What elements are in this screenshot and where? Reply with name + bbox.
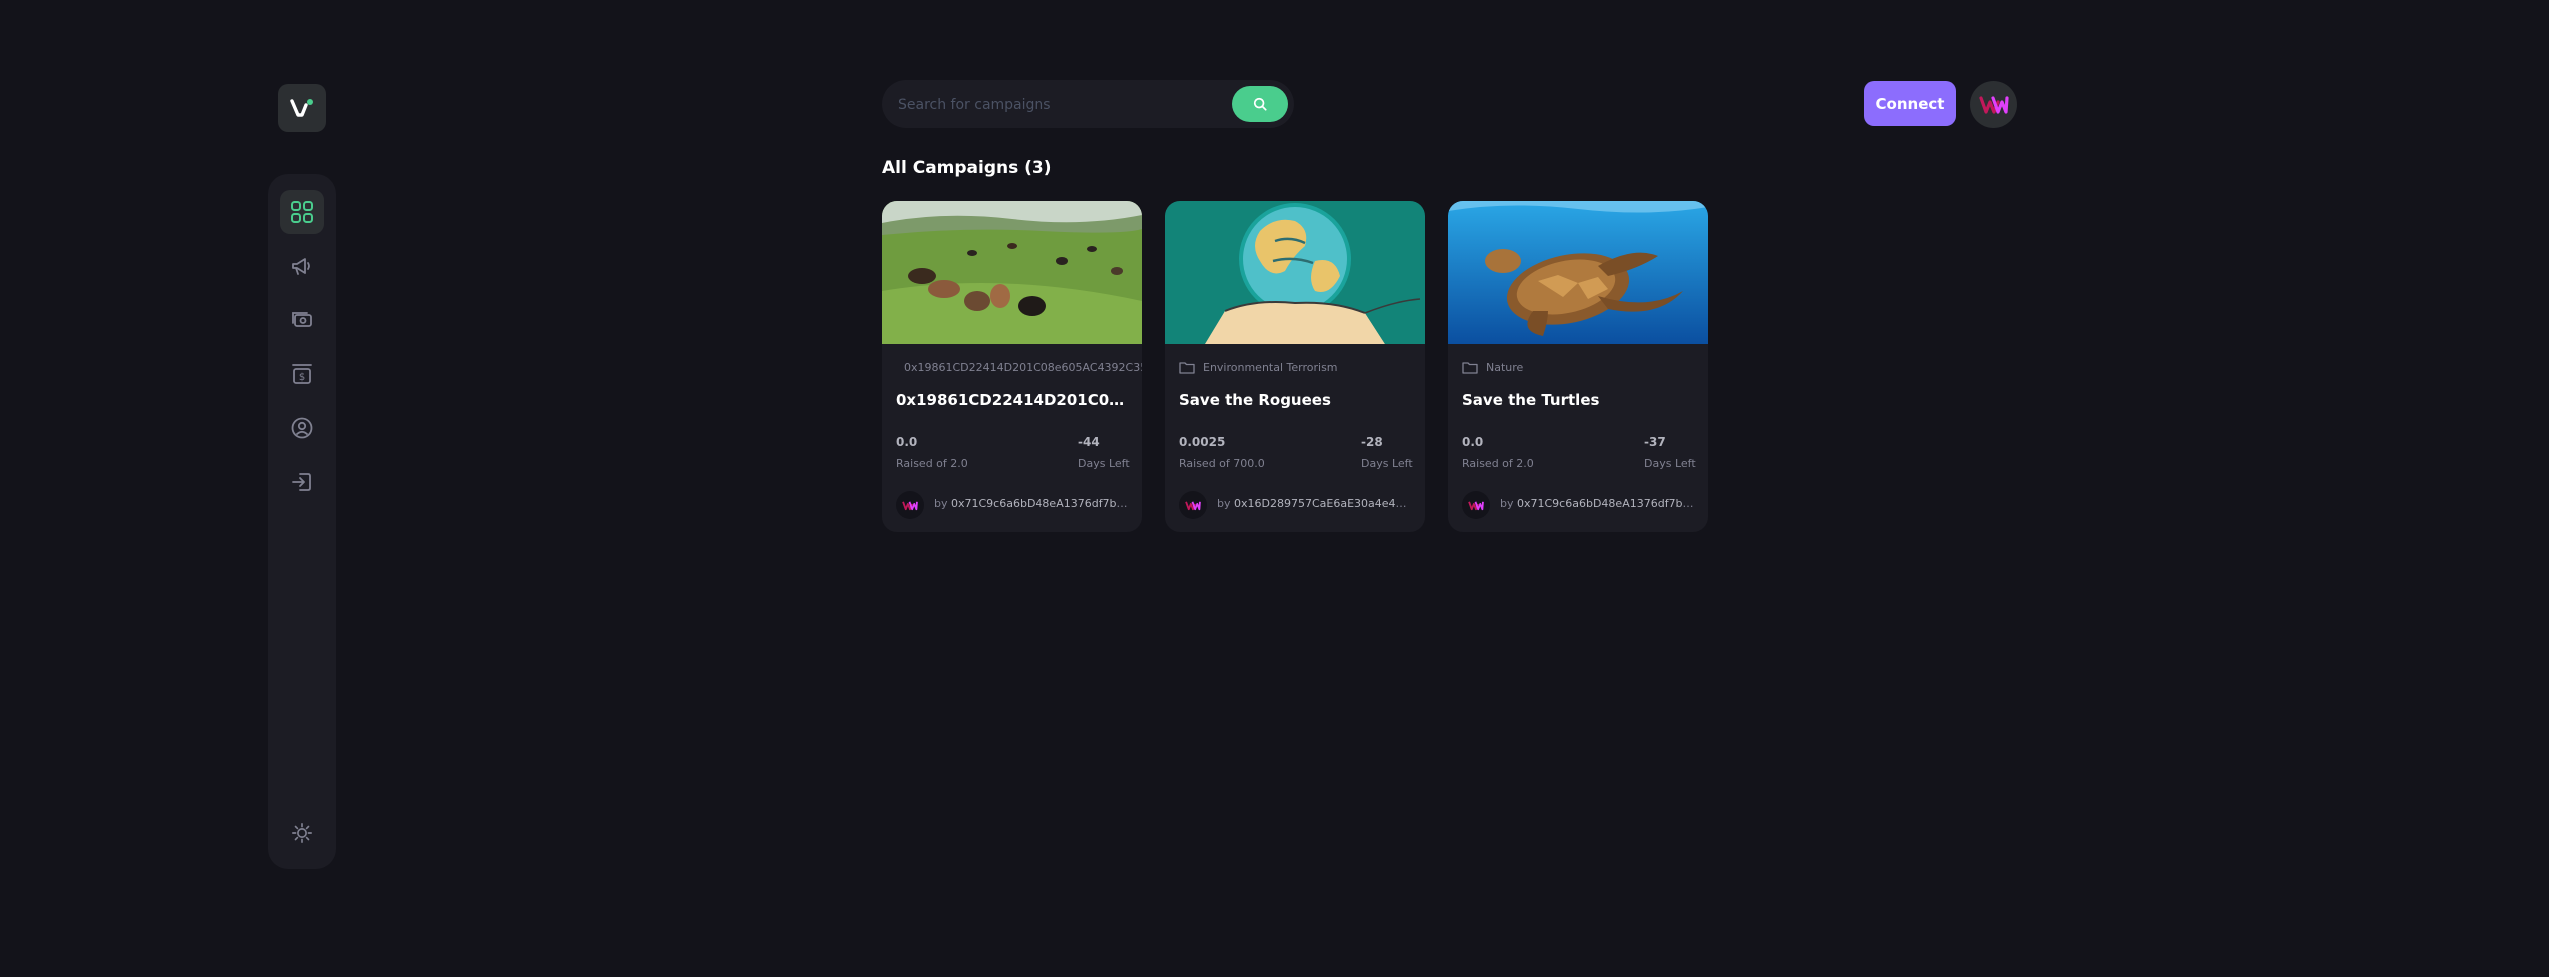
sidebar-item-dashboard[interactable] — [280, 190, 324, 234]
dashboard-icon — [291, 201, 313, 223]
owner-address: 0x71C9c6a6bD48eA1376df7bA277... — [951, 497, 1130, 510]
svg-text:$: $ — [299, 372, 305, 383]
folder-icon — [1179, 361, 1195, 374]
campaign-image-dogs — [882, 201, 1142, 344]
days-left-label: Days Left — [1361, 457, 1413, 470]
campaign-card[interactable]: Nature Save the Turtles 0.0 Raised of 2.… — [1448, 201, 1708, 532]
campaign-category: Environmental Terrorism — [1179, 359, 1425, 375]
brand-logo-icon — [290, 99, 313, 117]
sidebar-item-logout[interactable] — [280, 460, 324, 504]
campaign-title: Save the Roguees — [1179, 391, 1331, 409]
sidebar-item-payment[interactable] — [280, 298, 324, 342]
connect-button[interactable]: Connect — [1864, 81, 1956, 126]
brand-w-avatar-icon — [1185, 500, 1201, 510]
theme-toggle-button[interactable] — [280, 811, 324, 855]
profile-icon — [291, 417, 313, 439]
days-left-value: -44 — [1078, 435, 1100, 449]
logout-icon — [292, 473, 311, 491]
days-left-value: -28 — [1361, 435, 1383, 449]
campaign-image-earth — [1165, 201, 1425, 344]
sidebar: $ — [268, 174, 336, 869]
days-left-value: -37 — [1644, 435, 1666, 449]
search-bar — [882, 80, 1294, 130]
by-label: by — [934, 497, 948, 510]
campaign-card[interactable]: 0x19861CD22414D201C08e605AC4392C3566590 … — [882, 201, 1142, 532]
owner-address: 0x71C9c6a6bD48eA1376df7bA277... — [1517, 497, 1696, 510]
category-label: 0x19861CD22414D201C08e605AC4392C3566590 — [904, 360, 1142, 374]
campaign-owner: by 0x71C9c6a6bD48eA1376df7bA277... — [1500, 497, 1696, 510]
campaign-image-turtle — [1448, 201, 1708, 344]
sidebar-item-withdraw[interactable]: $ — [280, 352, 324, 396]
home-logo-button[interactable] — [278, 84, 326, 132]
owner-address: 0x16D289757CaE6aE30a4e477e79... — [1234, 497, 1413, 510]
campaign-megaphone-icon — [292, 258, 310, 275]
raised-of-label: Raised of 700.0 — [1179, 457, 1265, 470]
folder-icon — [1462, 361, 1478, 374]
sun-icon — [292, 823, 312, 843]
amount-raised: 0.0025 — [1179, 435, 1226, 449]
brand-w-avatar-icon — [1468, 500, 1484, 510]
page-heading: All Campaigns (3) — [882, 158, 1052, 178]
campaign-title: Save the Turtles — [1462, 391, 1600, 409]
days-left-label: Days Left — [1644, 457, 1696, 470]
amount-raised: 0.0 — [896, 435, 918, 449]
campaign-title: 0x19861CD22414D201C08e605A... — [896, 391, 1132, 409]
by-label: by — [1500, 497, 1514, 510]
days-left-label: Days Left — [1078, 457, 1130, 470]
campaign-card[interactable]: Environmental Terrorism Save the Roguees… — [1165, 201, 1425, 532]
sidebar-item-profile[interactable] — [280, 406, 324, 450]
campaign-category: Nature — [1462, 359, 1708, 375]
search-icon — [1253, 97, 1267, 111]
amount-raised: 0.0 — [1462, 435, 1484, 449]
owner-avatar — [1179, 491, 1207, 519]
campaign-category: 0x19861CD22414D201C08e605AC4392C3566590 — [896, 359, 1142, 375]
category-label: Environmental Terrorism — [1203, 360, 1338, 374]
by-label: by — [1217, 497, 1231, 510]
payment-icon — [292, 312, 312, 327]
raised-of-label: Raised of 2.0 — [1462, 457, 1534, 470]
owner-avatar — [896, 491, 924, 519]
owner-avatar — [1462, 491, 1490, 519]
profile-avatar-button[interactable] — [1970, 81, 2017, 128]
search-input[interactable] — [896, 80, 1230, 130]
raised-of-label: Raised of 2.0 — [896, 457, 968, 470]
search-button[interactable] — [1232, 86, 1288, 122]
sidebar-item-campaign[interactable] — [280, 244, 324, 288]
campaign-owner: by 0x71C9c6a6bD48eA1376df7bA277... — [934, 497, 1130, 510]
campaign-owner: by 0x16D289757CaE6aE30a4e477e79... — [1217, 497, 1413, 510]
brand-w-avatar-icon — [902, 500, 918, 510]
brand-w-avatar-icon — [1978, 95, 2009, 114]
withdraw-icon: $ — [292, 364, 312, 384]
category-label: Nature — [1486, 360, 1524, 374]
